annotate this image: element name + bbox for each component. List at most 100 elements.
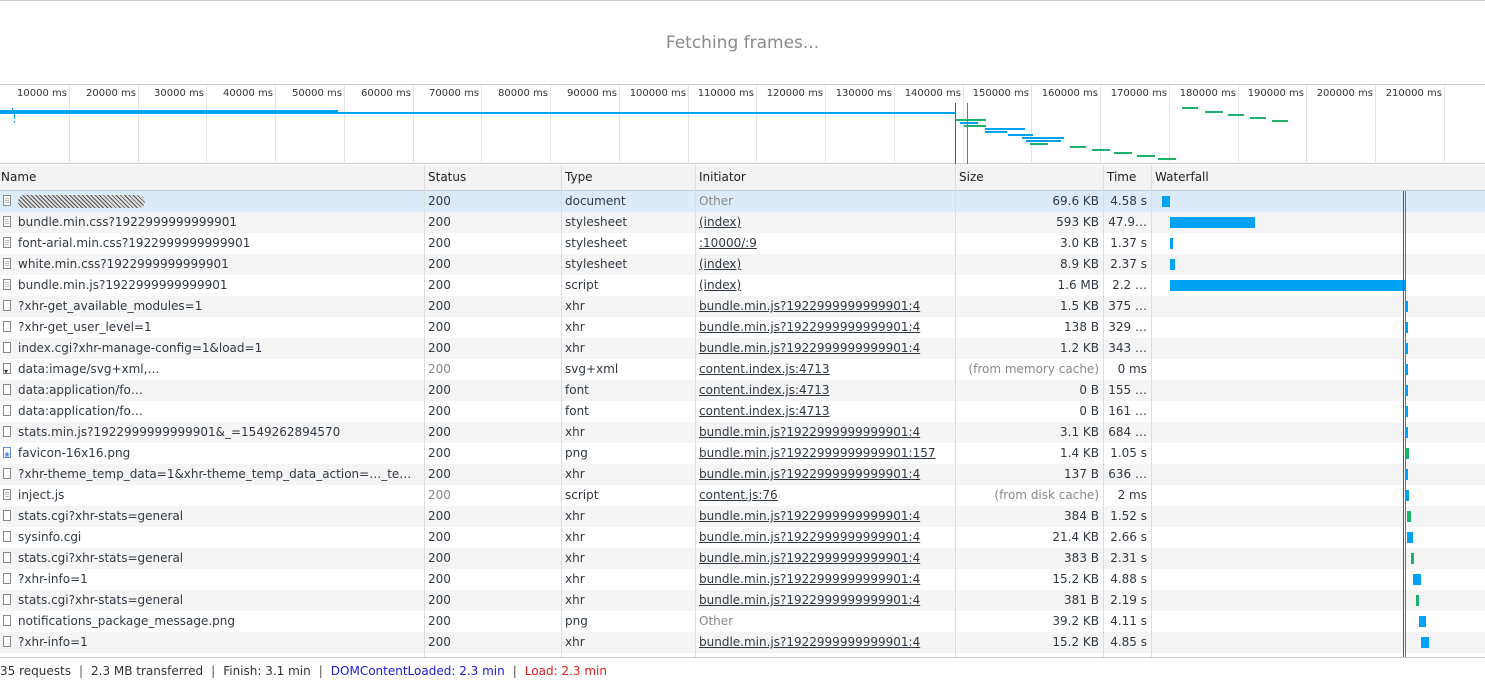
table-row[interactable]: ?xhr-get_available_modules=1 200 xhr bundle… bbox=[0, 296, 1485, 317]
table-row[interactable]: index.cgi?xhr-manage-config=1&load=1 200 x… bbox=[0, 338, 1485, 359]
name-cell[interactable]: ?xhr-get_user_level=1 bbox=[0, 317, 424, 338]
table-row[interactable]: notifications_package_message.png 200 png O… bbox=[0, 611, 1485, 632]
initiator-link[interactable]: content.index.js:4713 bbox=[699, 404, 830, 418]
table-row[interactable]: ?xhr-get_user_level=1 200 xhr bundle.min.js… bbox=[0, 317, 1485, 338]
overview-request-bar bbox=[1008, 134, 1033, 136]
waterfall-bar[interactable] bbox=[1407, 532, 1413, 543]
table-row[interactable]: inject.js 200 script content.js:76 (from dis… bbox=[0, 485, 1485, 506]
waterfall-cell bbox=[1151, 296, 1485, 317]
waterfall-bar[interactable] bbox=[1162, 196, 1171, 207]
table-row[interactable]: stats.min.js?1922999999999901&_=15492628… bbox=[0, 422, 1485, 443]
name-cell[interactable]: font-arial.min.css?1922999999999901 bbox=[0, 233, 424, 254]
waterfall-bar[interactable] bbox=[1420, 637, 1429, 648]
initiator-link[interactable]: content.js:76 bbox=[699, 488, 778, 502]
table-row[interactable]: white.min.css?1922999999999901 200 stylesh… bbox=[0, 254, 1485, 275]
waterfall-bar[interactable] bbox=[1170, 259, 1175, 270]
name-cell[interactable]: data:application/fo… bbox=[0, 380, 424, 401]
waterfall-cell bbox=[1151, 338, 1485, 359]
table-row[interactable]: favicon-16x16.png 200 png bundle.min.js?192… bbox=[0, 443, 1485, 464]
size-cell: 137 B bbox=[1064, 467, 1099, 481]
initiator-link[interactable]: bundle.min.js?1922999999999901:4 bbox=[699, 320, 920, 334]
column-header-initiator[interactable]: Initiator bbox=[695, 165, 955, 190]
name-cell[interactable]: ?xhr-info=1 bbox=[0, 569, 424, 590]
initiator-link[interactable]: bundle.min.js?1922999999999901:4 bbox=[699, 572, 920, 586]
column-header-status[interactable]: Status bbox=[424, 165, 561, 190]
name-cell[interactable]: sysinfo.cgi bbox=[0, 527, 424, 548]
size-cell: 384 B bbox=[1064, 509, 1099, 523]
table-row[interactable]: 200 document Other 69.6 KB 4.58 s bbox=[0, 191, 1485, 212]
overview-request-bar bbox=[1137, 155, 1155, 157]
waterfall-bar[interactable] bbox=[1170, 238, 1174, 249]
initiator-link[interactable]: bundle.min.js?1922999999999901:4 bbox=[699, 509, 920, 523]
name-cell[interactable]: ?xhr-info=1 bbox=[0, 632, 424, 653]
table-row[interactable]: sysinfo.cgi 200 xhr bundle.min.js?192299999… bbox=[0, 527, 1485, 548]
initiator-link[interactable]: (index) bbox=[699, 278, 741, 292]
table-row[interactable]: data:application/fo… 200 font content.index… bbox=[0, 401, 1485, 422]
table-row[interactable]: ?xhr-info=1 200 xhr bundle.min.js?192299999… bbox=[0, 632, 1485, 653]
table-row[interactable]: bundle.min.js?1922999999999901 200 script (… bbox=[0, 275, 1485, 296]
type-cell: xhr bbox=[565, 635, 585, 649]
name-cell[interactable]: stats.cgi?xhr-stats=general bbox=[0, 506, 424, 527]
name-cell[interactable]: stats.cgi?xhr-stats=general bbox=[0, 548, 424, 569]
waterfall-bar[interactable] bbox=[1419, 616, 1427, 627]
column-header-waterfall[interactable]: Waterfall bbox=[1151, 165, 1485, 190]
waterfall-bar[interactable] bbox=[1411, 553, 1415, 564]
table-row[interactable]: stats.cgi?xhr-stats=general 200 xhr bundle.… bbox=[0, 548, 1485, 569]
status-cell: 200 bbox=[428, 383, 451, 397]
initiator-link[interactable]: bundle.min.js?1922999999999901:4 bbox=[699, 593, 920, 607]
initiator-link[interactable]: bundle.min.js?1922999999999901:157 bbox=[699, 446, 935, 460]
initiator-link[interactable]: bundle.min.js?1922999999999901:4 bbox=[699, 299, 920, 313]
name-cell[interactable]: data:application/fo… bbox=[0, 401, 424, 422]
column-header-size[interactable]: Size bbox=[955, 165, 1103, 190]
waterfall-bar[interactable] bbox=[1170, 217, 1255, 228]
status-cell: 200 bbox=[428, 278, 451, 292]
table-row[interactable]: data:application/fo… 200 font content.index… bbox=[0, 380, 1485, 401]
initiator-link[interactable]: bundle.min.js?1922999999999901:4 bbox=[699, 530, 920, 544]
column-header-name[interactable]: Name bbox=[0, 165, 424, 190]
initiator-link[interactable]: bundle.min.js?1922999999999901:4 bbox=[699, 341, 920, 355]
table-row[interactable]: stats.cgi?xhr-stats=general 200 xhr bundle.… bbox=[0, 590, 1485, 611]
initiator-cell: content.index.js:4713 bbox=[695, 401, 955, 422]
name-cell[interactable] bbox=[0, 191, 424, 212]
initiator-link[interactable]: (index) bbox=[699, 215, 741, 229]
table-row[interactable]: data:image/svg+xml,… 200 svg+xml content.in… bbox=[0, 359, 1485, 380]
initiator-link[interactable]: bundle.min.js?1922999999999901:4 bbox=[699, 635, 920, 649]
table-row[interactable]: font-arial.min.css?1922999999999901 200 st… bbox=[0, 233, 1485, 254]
waterfall-bar[interactable] bbox=[1412, 574, 1421, 585]
overview-request-bar bbox=[1030, 143, 1048, 145]
waterfall-bar[interactable] bbox=[1415, 595, 1419, 606]
type-cell: stylesheet bbox=[565, 215, 628, 229]
initiator-cell: Other bbox=[695, 611, 955, 632]
name-cell[interactable]: ?xhr-theme_temp_data=1&xhr-theme_temp_da… bbox=[0, 464, 424, 485]
name-cell[interactable]: bundle.min.js?1922999999999901 bbox=[0, 275, 424, 296]
initiator-link[interactable]: content.index.js:4713 bbox=[699, 362, 830, 376]
name-cell[interactable]: ?xhr-get_available_modules=1 bbox=[0, 296, 424, 317]
initiator-link[interactable]: bundle.min.js?1922999999999901:4 bbox=[699, 425, 920, 439]
initiator-link[interactable]: (index) bbox=[699, 257, 741, 271]
waterfall-bar[interactable] bbox=[1407, 511, 1411, 522]
table-row[interactable]: stats.cgi?xhr-stats=general 200 xhr bundle.… bbox=[0, 506, 1485, 527]
name-cell[interactable]: bundle.min.css?1922999999999901 bbox=[0, 212, 424, 233]
table-row[interactable]: ?xhr-info=1 200 xhr bundle.min.js?192299999… bbox=[0, 569, 1485, 590]
name-cell[interactable]: index.cgi?xhr-manage-config=1&load=1 bbox=[0, 338, 424, 359]
initiator-link[interactable]: content.index.js:4713 bbox=[699, 383, 830, 397]
column-header-time[interactable]: Time bbox=[1103, 165, 1151, 190]
timeline-overview[interactable]: 10000 ms 20000 ms 30000 ms 40000 ms 50000 ms… bbox=[0, 84, 1485, 164]
name-cell[interactable]: notifications_package_message.png bbox=[0, 611, 424, 632]
column-header-type[interactable]: Type bbox=[561, 165, 695, 190]
initiator-link[interactable]: :10000/:9 bbox=[699, 236, 757, 250]
name-cell[interactable]: white.min.css?1922999999999901 bbox=[0, 254, 424, 275]
name-cell[interactable]: stats.cgi?xhr-stats=general bbox=[0, 590, 424, 611]
name-cell[interactable]: data:image/svg+xml,… bbox=[0, 359, 424, 380]
waterfall-bar[interactable] bbox=[1406, 490, 1410, 501]
name-cell[interactable]: favicon-16x16.png bbox=[0, 443, 424, 464]
initiator-link[interactable]: bundle.min.js?1922999999999901:4 bbox=[699, 551, 920, 565]
waterfall-bar[interactable] bbox=[1406, 448, 1410, 459]
table-row[interactable]: ?xhr-theme_temp_data=1&xhr-theme_temp_da… bbox=[0, 464, 1485, 485]
name-cell[interactable]: stats.min.js?1922999999999901&_=15492628… bbox=[0, 422, 424, 443]
name-cell[interactable]: inject.js bbox=[0, 485, 424, 506]
table-row[interactable]: bundle.min.css?1922999999999901 200 styles… bbox=[0, 212, 1485, 233]
waterfall-bar[interactable] bbox=[1170, 280, 1406, 291]
filmstrip-pane: Fetching frames... bbox=[0, 0, 1485, 84]
initiator-link[interactable]: bundle.min.js?1922999999999901:4 bbox=[699, 467, 920, 481]
